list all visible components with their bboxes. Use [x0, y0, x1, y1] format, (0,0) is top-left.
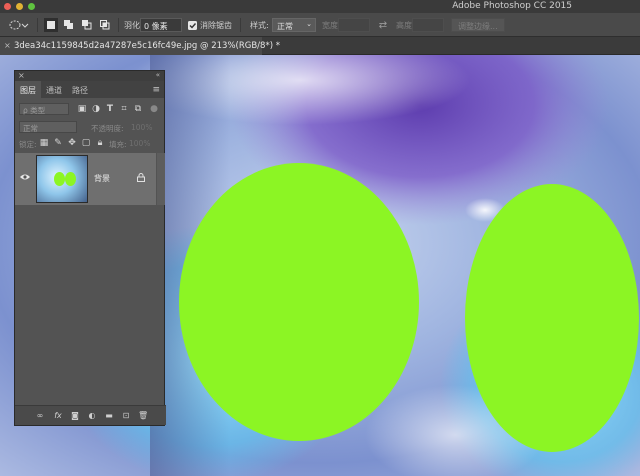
filter-adjustment-icon[interactable]: ◑ — [91, 104, 101, 114]
filter-kind-value: ρ 类型 — [23, 106, 46, 115]
layer-lock-icon[interactable] — [137, 173, 145, 184]
feather-value: 0 像素 — [144, 22, 168, 31]
filter-row: ρ 类型 ▣ ◑ T ⌗ ⧉ ● — [15, 100, 166, 118]
lock-label: 锁定: — [19, 140, 37, 149]
document-tab[interactable]: × 3dea34c1159845d2a47287e5c16fc49e.jpg @… — [0, 37, 280, 55]
green-ellipse-right — [465, 184, 639, 452]
options-bar: 羽化: 0 像素 消除锯齿 样式: 正常 ⌄ 宽度: ⇄ 高度: 调整边缘... — [0, 13, 640, 37]
close-panel-icon[interactable]: × — [18, 71, 25, 80]
lock-position-icon[interactable]: ✥ — [67, 138, 77, 148]
antialias-checkbox[interactable] — [187, 18, 197, 32]
filter-pixel-icon[interactable]: ▣ — [77, 104, 87, 114]
subtract-from-selection-icon[interactable] — [80, 18, 94, 32]
tab-channels[interactable]: 通道 — [41, 81, 67, 98]
style-label: 样式: — [250, 21, 269, 30]
refine-edge-button[interactable]: 调整边缘... — [451, 18, 505, 32]
fill-value[interactable]: 100% — [129, 139, 150, 148]
lock-all-icon[interactable]: 🔒︎ — [95, 138, 105, 148]
new-group-icon[interactable]: ▬ — [104, 411, 114, 421]
layer-name[interactable]: 背景 — [94, 173, 110, 184]
antialias-label: 消除锯齿 — [200, 21, 232, 30]
lock-transparent-pixels-icon[interactable]: ▦ — [39, 138, 49, 148]
link-layers-icon[interactable]: ∞ — [35, 411, 45, 421]
panel-tabs: 图层 通道 路径 ≡ — [15, 81, 164, 98]
add-to-selection-icon[interactable] — [62, 18, 76, 32]
layers-panel: × « 图层 通道 路径 ≡ ρ 类型 ▣ ◑ T ⌗ ⧉ ● 正常 不透明度:… — [14, 70, 166, 426]
new-selection-icon[interactable] — [44, 18, 58, 32]
eye-icon[interactable] — [20, 173, 30, 183]
panel-footer: ∞ fx ◙ ◐ ▬ ⊡ 🗑︎ — [15, 405, 166, 425]
fill-label: 填充: — [109, 140, 127, 149]
collapse-panel-icon[interactable]: « — [156, 71, 160, 79]
filter-shape-icon[interactable]: ⌗ — [119, 104, 129, 114]
tab-paths[interactable]: 路径 — [67, 81, 93, 98]
panel-menu-icon[interactable]: ≡ — [152, 85, 160, 95]
filter-kind-select[interactable]: ρ 类型 — [19, 103, 69, 115]
feather-input[interactable]: 0 像素 — [140, 18, 182, 32]
chevron-down-icon: ⌄ — [306, 20, 312, 28]
layers-scrollbar[interactable] — [157, 153, 165, 205]
opacity-label: 不透明度: — [91, 124, 124, 133]
elliptical-marquee-tool-icon[interactable] — [8, 18, 30, 32]
layer-row-background[interactable]: 背景 — [15, 153, 156, 205]
close-window-button[interactable] — [4, 3, 11, 10]
lock-image-pixels-icon[interactable]: ✎ — [53, 138, 63, 148]
panel-header: × « — [15, 71, 164, 81]
layer-style-fx-icon[interactable]: fx — [53, 411, 63, 421]
minimize-window-button[interactable] — [16, 3, 23, 10]
delete-layer-icon[interactable]: 🗑︎ — [138, 411, 148, 421]
lock-row: 锁定: ▦ ✎ ✥ ▢ 🔒︎ 填充: 100% — [15, 134, 166, 152]
filter-smart-object-icon[interactable]: ⧉ — [133, 104, 143, 114]
new-adjustment-layer-icon[interactable]: ◐ — [87, 411, 97, 421]
filter-type-icon[interactable]: T — [105, 104, 115, 114]
close-tab-icon[interactable]: × — [4, 41, 11, 50]
title-bar: Adobe Photoshop CC 2015 — [0, 0, 640, 13]
new-layer-icon[interactable]: ⊡ — [121, 411, 131, 421]
tab-layers[interactable]: 图层 — [15, 81, 41, 98]
app-title: Adobe Photoshop CC 2015 — [452, 1, 572, 11]
blend-mode-select[interactable]: 正常 — [19, 121, 77, 133]
width-input[interactable] — [338, 18, 370, 32]
green-ellipse-left — [179, 163, 419, 441]
blend-mode-value: 正常 — [23, 124, 38, 133]
document-tab-title: 3dea34c1159845d2a47287e5c16fc49e.jpg @ 2… — [14, 41, 280, 51]
opacity-value[interactable]: 100% — [131, 123, 152, 132]
zoom-window-button[interactable] — [28, 3, 35, 10]
style-value: 正常 — [277, 22, 293, 31]
lock-artboard-icon[interactable]: ▢ — [81, 138, 91, 148]
intersect-selection-icon[interactable] — [98, 18, 112, 32]
document-tab-bar: × 3dea34c1159845d2a47287e5c16fc49e.jpg @… — [0, 37, 640, 55]
swap-width-height-icon[interactable]: ⇄ — [376, 18, 390, 32]
layer-thumbnail — [36, 155, 88, 203]
height-input[interactable] — [412, 18, 444, 32]
style-select[interactable]: 正常 ⌄ — [272, 18, 316, 32]
filter-toggle-icon[interactable]: ● — [149, 104, 159, 114]
add-mask-icon[interactable]: ◙ — [70, 411, 80, 421]
